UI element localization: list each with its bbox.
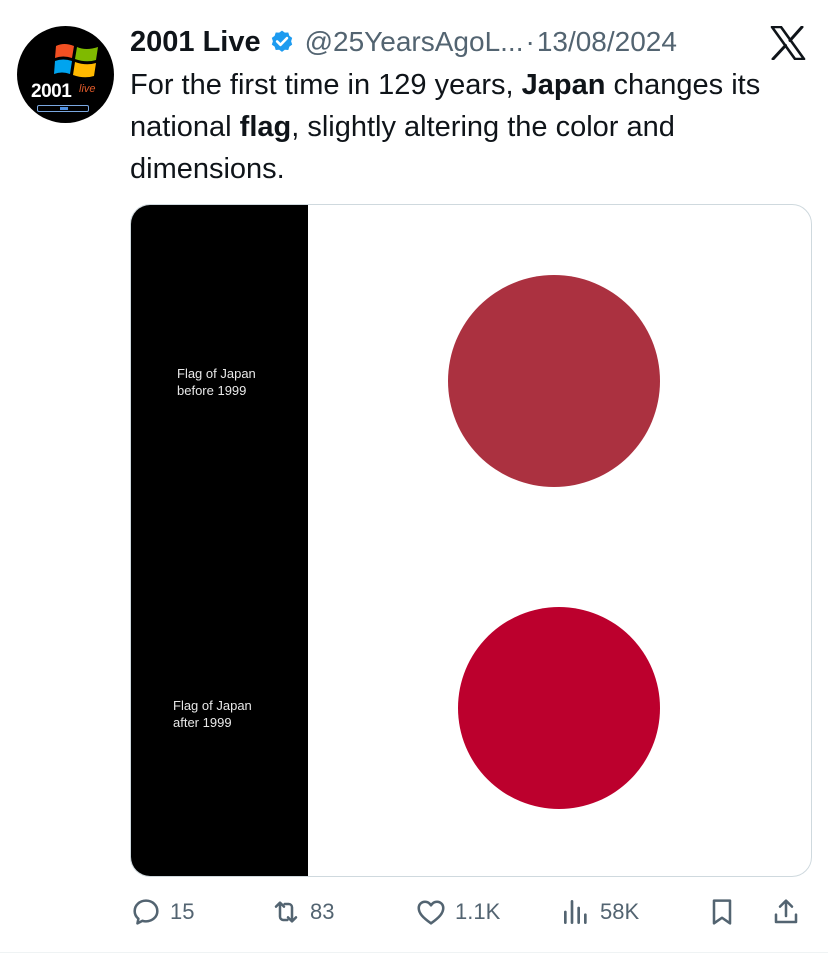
bottom-divider (0, 952, 828, 953)
display-name[interactable]: 2001 Live (130, 26, 261, 59)
repost-count: 83 (310, 899, 335, 924)
views-button[interactable]: 58K (560, 890, 639, 934)
separator-dot: · (525, 26, 535, 57)
caption-before: Flag of Japan before 1999 (177, 365, 256, 399)
caption-before-line1: Flag of Japan (177, 366, 256, 381)
flag-circle-before (448, 275, 660, 487)
action-bar: 15 83 1.1K 58K (130, 890, 810, 934)
repost-icon (274, 901, 298, 923)
tweet-text-part: For the first time in 129 years, (130, 69, 522, 101)
caption-before-line2: before 1999 (177, 383, 247, 398)
reply-icon (133, 899, 159, 925)
timestamp[interactable]: 13/08/2024 (537, 26, 677, 58)
windows-logo-icon (54, 44, 98, 78)
repost-button[interactable]: 83 (270, 890, 334, 934)
tweet-header: 2001 Live @25YearsAgoL... · 13/08/2024 (130, 22, 677, 62)
tweet-text-bold-japan: Japan (521, 69, 606, 101)
avatar[interactable]: 2001 live (17, 26, 114, 123)
avatar-superscript: live (79, 83, 96, 95)
caption-panel: Flag of Japan before 1999 Flag of Japan … (131, 205, 308, 876)
flag-circle-after (458, 607, 660, 809)
reply-count: 15 (170, 899, 195, 924)
avatar-text: 2001 (31, 81, 72, 102)
bookmark-button[interactable] (706, 890, 738, 934)
reply-button[interactable]: 15 (130, 890, 194, 934)
view-count: 58K (600, 899, 640, 924)
handle[interactable]: @25YearsAgoL... (305, 26, 524, 58)
bookmark-icon (712, 899, 732, 925)
caption-after-line1: Flag of Japan (173, 698, 252, 713)
heart-icon (417, 900, 445, 925)
caption-after: Flag of Japan after 1999 (173, 697, 252, 731)
share-icon (774, 899, 798, 924)
tweet-text-bold-flag: flag (239, 111, 292, 143)
like-count: 1.1K (455, 899, 501, 924)
like-button[interactable]: 1.1K (415, 890, 500, 934)
tweet-text: For the first time in 129 years, Japan c… (130, 64, 810, 190)
avatar-progress-bar (37, 105, 89, 112)
x-logo-icon[interactable] (770, 26, 806, 60)
tweet-image[interactable]: Flag of Japan before 1999 Flag of Japan … (130, 204, 812, 877)
verified-badge-icon (271, 30, 292, 52)
share-button[interactable] (770, 890, 802, 934)
views-chart-icon (564, 900, 587, 924)
caption-after-line2: after 1999 (173, 715, 232, 730)
